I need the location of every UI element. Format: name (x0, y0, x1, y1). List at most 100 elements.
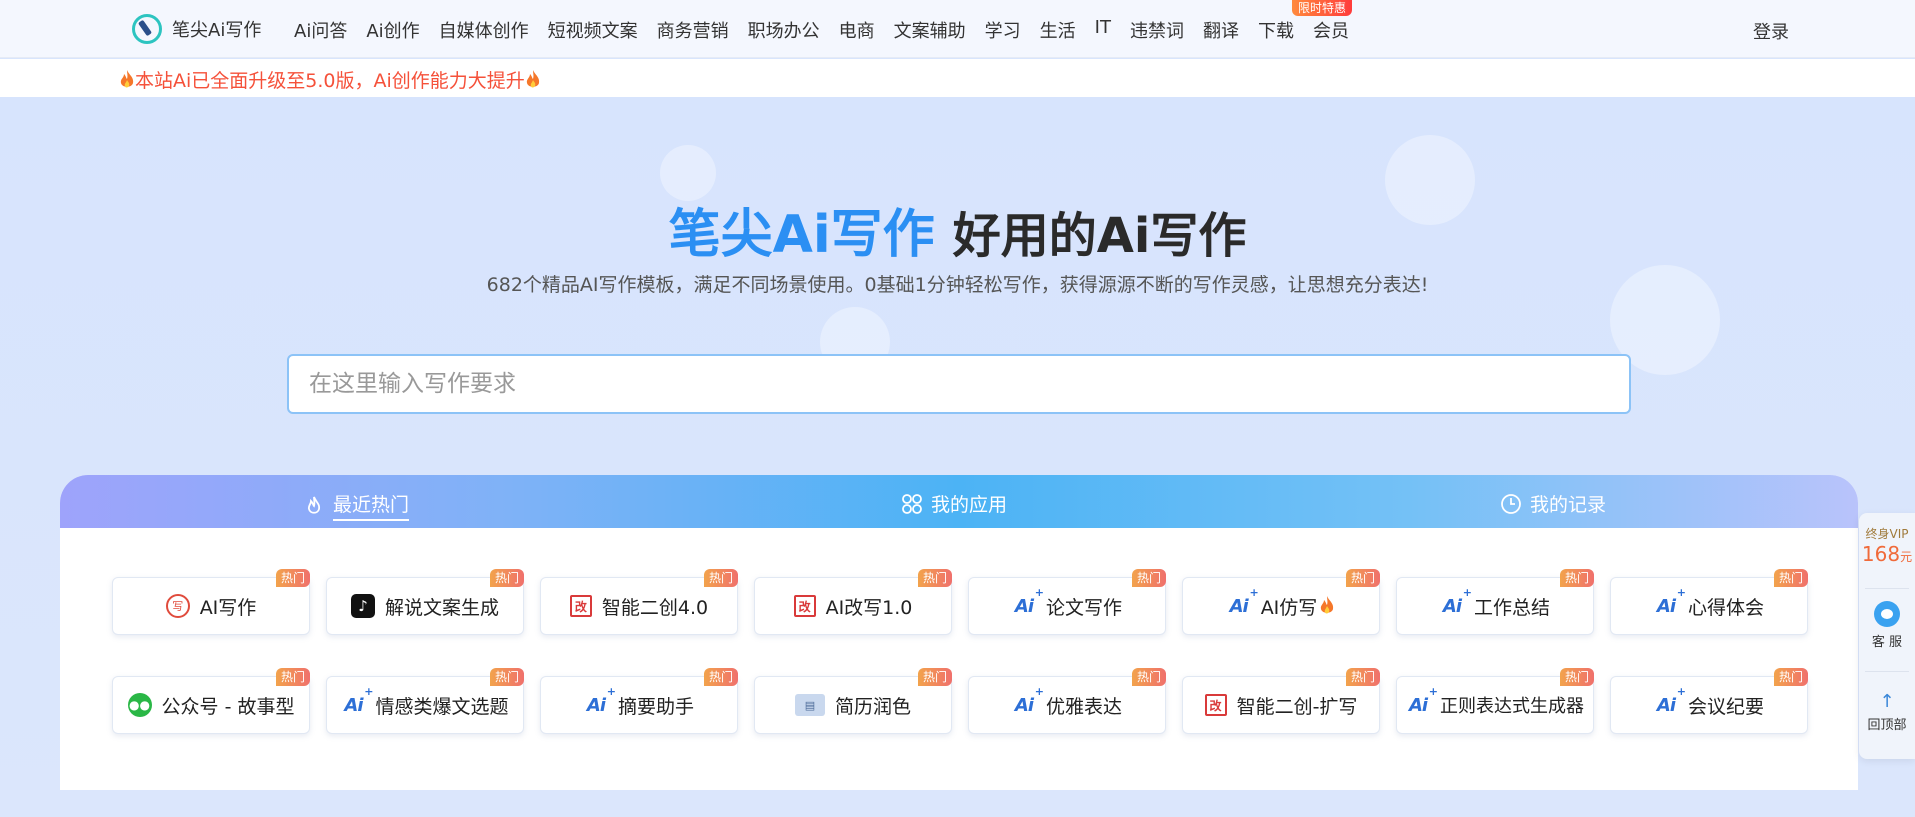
page-title: 笔尖Ai写作 好用的Ai写作 (0, 192, 1915, 267)
nav-item-ai-qa[interactable]: Ai问答 (294, 17, 347, 43)
flame-icon (526, 70, 539, 88)
hot-badge: 热门 (1774, 668, 1808, 686)
template-card-commentary-copy[interactable]: ♪ 解说文案生成 热门 (326, 569, 524, 635)
card-label: 心得体会 (1687, 596, 1764, 619)
vip-unit: 元 (1900, 550, 1913, 564)
hot-badge: 热门 (1346, 668, 1380, 686)
flame-icon (307, 496, 321, 514)
back-to-top-label: 回顶部 (1867, 718, 1907, 733)
card-label: 会议纪要 (1687, 695, 1764, 718)
tab-label: 我的记录 (1530, 494, 1607, 516)
ai-icon: Ai (1227, 586, 1258, 618)
promo-badge: 限时特惠 (1292, 0, 1353, 16)
site-logo[interactable]: 笔尖Ai写作 (132, 14, 261, 44)
customer-service-button[interactable]: 客 服 (1859, 601, 1915, 650)
template-card-smart-expand[interactable]: 改 智能二创-扩写 热门 (1182, 668, 1380, 734)
divider (1865, 671, 1909, 672)
resume-icon: ▤ (794, 694, 825, 716)
nav-item-study[interactable]: 学习 (985, 17, 1021, 43)
nav-item-download[interactable]: 下载 (1258, 17, 1294, 43)
ai-icon: Ai (1406, 685, 1437, 717)
nav-item-translate[interactable]: 翻译 (1203, 17, 1239, 43)
card-label: 智能二创4.0 (601, 596, 709, 619)
tab-my-apps[interactable]: 我的应用 (901, 490, 1007, 517)
login-link[interactable]: 登录 (1753, 18, 1789, 44)
hot-badge: 热门 (918, 569, 952, 587)
nav-item-self-media[interactable]: 自媒体创作 (439, 17, 529, 43)
tab-label: 最近热门 (333, 490, 410, 521)
ai-icon: Ai (1654, 586, 1685, 618)
nav-item-ecommerce[interactable]: 电商 (839, 17, 875, 43)
hot-badge: 热门 (276, 668, 310, 686)
floating-sidebar: 终身VIP 168元 客 服 ↑ 回顶部 (1859, 513, 1915, 759)
template-card-smart-rewrite-4[interactable]: 改 智能二创4.0 热门 (540, 569, 738, 635)
title-tagline: 好用的Ai写作 (952, 208, 1247, 264)
nav-item-life[interactable]: 生活 (1040, 17, 1076, 43)
arrow-up-icon: ↑ (1879, 691, 1895, 712)
hot-badge: 热门 (704, 668, 738, 686)
customer-service-icon (1874, 601, 1900, 627)
ai-icon: Ai (584, 685, 615, 717)
nav-item-banned-words[interactable]: 违禁词 (1130, 17, 1184, 43)
notice-text: 本站Ai已全面升级至5.0版，Ai创作能力大提升 (135, 70, 525, 92)
nav-item-vip[interactable]: 会员 (1313, 17, 1349, 43)
clock-icon (1501, 493, 1521, 514)
template-card-emotion-topics[interactable]: Ai 情感类爆文选题 热门 (326, 668, 524, 734)
search-box (287, 354, 1631, 414)
hot-badge: 热门 (276, 569, 310, 587)
template-card-summary-assistant[interactable]: Ai 摘要助手 热门 (540, 668, 738, 734)
hot-badge: 热门 (1560, 569, 1594, 587)
nav-item-copy-assist[interactable]: 文案辅助 (894, 17, 966, 43)
lifetime-vip-button[interactable]: 终身VIP 168元 (1859, 525, 1915, 566)
writing-request-input[interactable] (289, 356, 1629, 412)
template-card-ai-rewrite[interactable]: 改 AI改写1.0 热门 (754, 569, 952, 635)
hot-badge: 热门 (704, 569, 738, 587)
top-navbar: 笔尖Ai写作 Ai问答 Ai创作 自媒体创作 短视频文案 商务营销 职场办公 电… (0, 0, 1915, 58)
template-card-resume-polish[interactable]: ▤ 简历润色 热门 (754, 668, 952, 734)
hot-badge: 热门 (1132, 668, 1166, 686)
apps-grid-icon (902, 493, 922, 514)
notice-text-row[interactable]: 本站Ai已全面升级至5.0版，Ai创作能力大提升 (119, 66, 541, 93)
template-card-elegant-expression[interactable]: Ai 优雅表达 热门 (968, 668, 1166, 734)
flame-icon (120, 70, 134, 88)
card-label: 解说文案生成 (384, 596, 499, 619)
template-card-work-summary[interactable]: Ai 工作总结 热门 (1396, 569, 1594, 635)
hot-badge: 热门 (1132, 569, 1166, 587)
flame-icon (1321, 596, 1334, 614)
template-card-thesis[interactable]: Ai 论文写作 热门 (968, 569, 1166, 635)
nav-item-it[interactable]: IT (1095, 17, 1111, 43)
panel-tabs: 最近热门 我的应用 我的记录 (60, 475, 1858, 528)
tab-my-records[interactable]: 我的记录 (1500, 490, 1606, 517)
nav-item-office[interactable]: 职场办公 (748, 17, 820, 43)
nav-item-ai-create[interactable]: Ai创作 (366, 17, 419, 43)
card-label: 简历润色 (834, 695, 911, 718)
nav-item-short-video[interactable]: 短视频文案 (548, 17, 638, 43)
nav-item-marketing[interactable]: 商务营销 (657, 17, 729, 43)
hot-badge: 热门 (918, 668, 952, 686)
template-card-ai-imitate[interactable]: Ai AI仿写 热门 (1182, 569, 1380, 635)
vip-price: 168 (1861, 542, 1901, 566)
card-label: AI写作 (199, 596, 257, 619)
card-label: AI仿写 (1260, 596, 1318, 619)
rewrite-icon: 改 (1204, 694, 1227, 716)
hot-badge: 热门 (490, 668, 524, 686)
logo-text: 笔尖Ai写作 (172, 20, 262, 41)
card-label: 优雅表达 (1045, 695, 1122, 718)
template-card-regex-generator[interactable]: Ai 正则表达式生成器 热门 (1396, 668, 1594, 734)
tab-label: 我的应用 (931, 494, 1008, 516)
template-card-ai-write[interactable]: 写 AI写作 热门 (112, 569, 310, 635)
page-subtitle: 682个精品AI写作模板，满足不同场景使用。0基础1分钟轻松写作，获得源源不断的… (486, 274, 1429, 296)
wechat-icon: ●● (127, 693, 152, 717)
ai-icon: Ai (341, 685, 372, 717)
logo-pen-icon (132, 14, 162, 44)
template-card-wechat-story[interactable]: ●● 公众号 - 故事型 热门 (112, 668, 310, 734)
back-to-top-button[interactable]: ↑ 回顶部 (1859, 691, 1915, 733)
card-label: AI改写1.0 (825, 596, 913, 619)
hot-badge: 热门 (490, 569, 524, 587)
card-label: 智能二创-扩写 (1236, 695, 1358, 718)
tab-recent-hot[interactable]: 最近热门 (303, 490, 410, 521)
hot-badge: 热门 (1346, 569, 1380, 587)
template-card-reflections[interactable]: Ai 心得体会 热门 (1610, 569, 1808, 635)
card-label: 情感类爆文选题 (375, 695, 509, 718)
template-card-meeting-minutes[interactable]: Ai 会议纪要 热门 (1610, 668, 1808, 734)
